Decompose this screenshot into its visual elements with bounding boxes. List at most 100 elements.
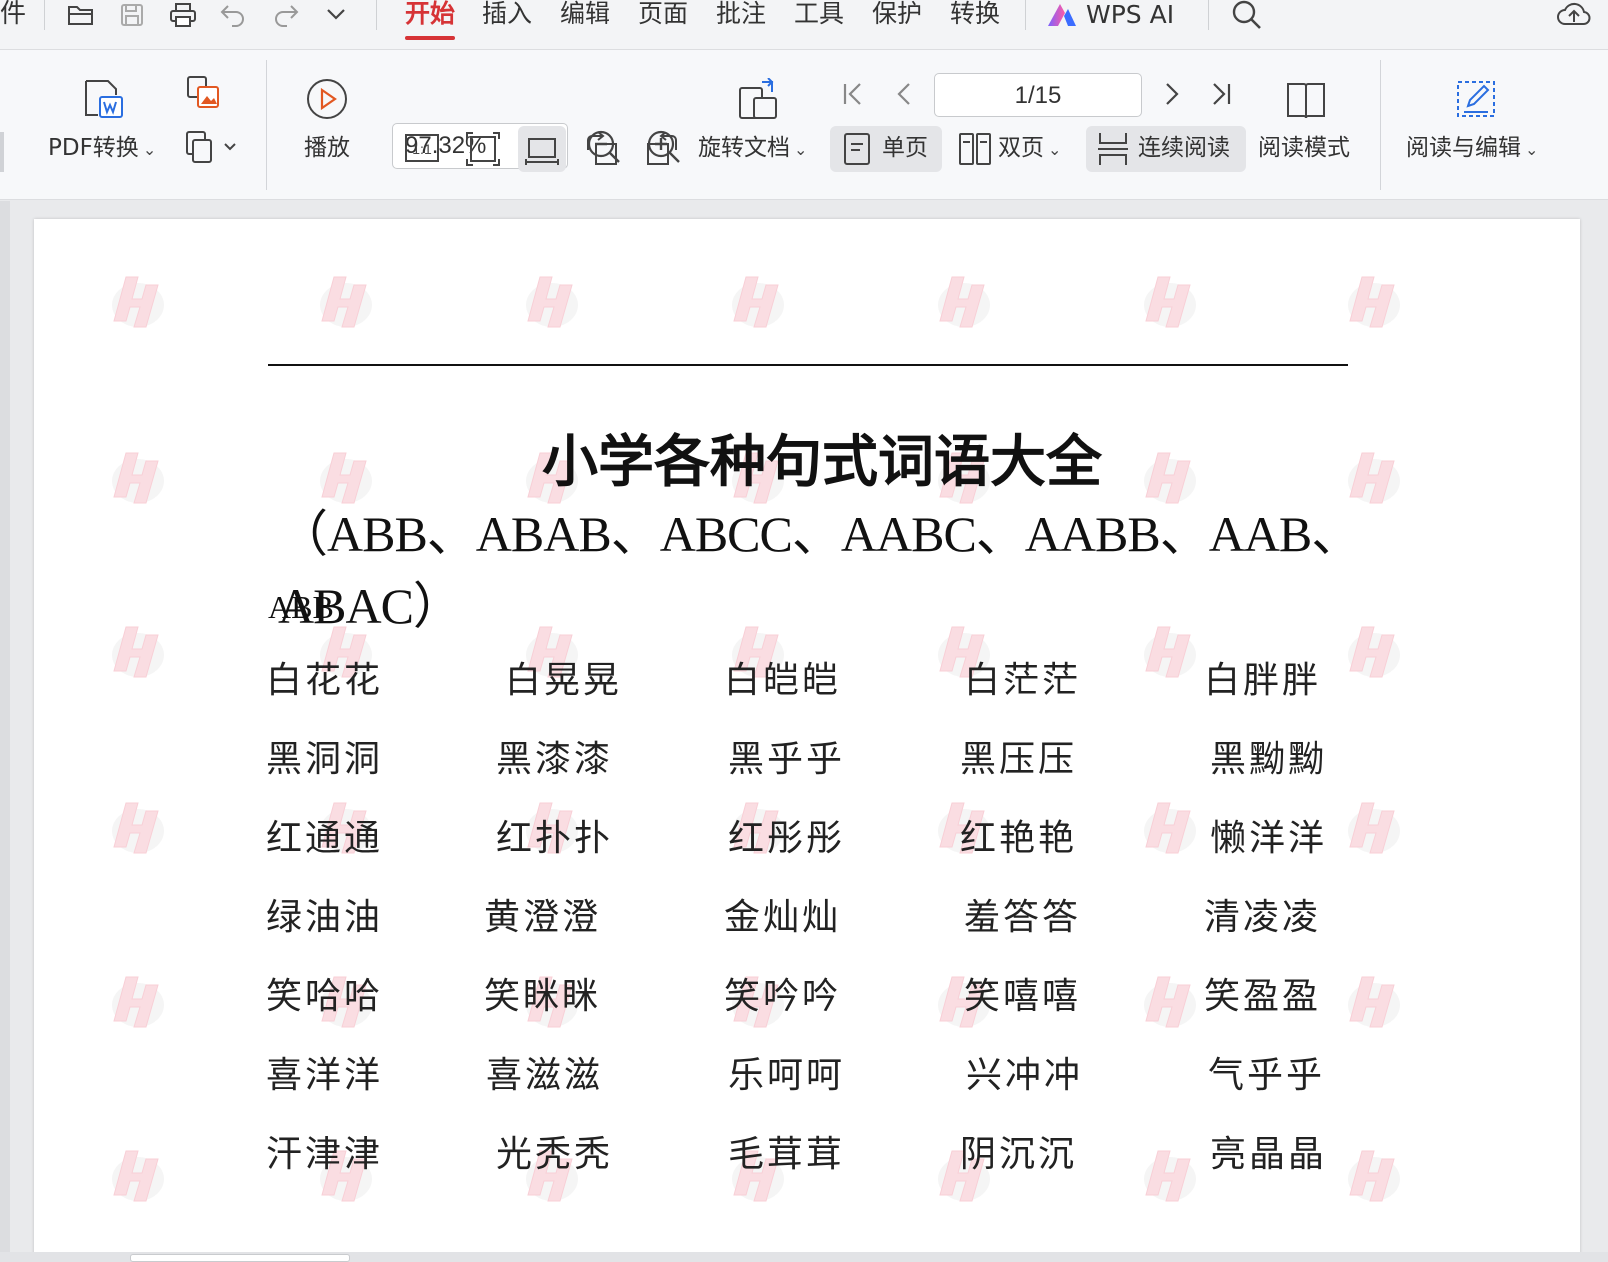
word-item: 红彤彤 [728,818,846,859]
single-page-label: 单页 [882,135,928,161]
header-rule [268,364,1348,366]
word-row: 红通通 红扑扑 红彤彤 红艳艳 懒洋洋 [34,809,1580,859]
fit-width-button[interactable] [518,126,566,172]
tab-protect[interactable]: 保护 [872,0,922,32]
divider [1025,0,1026,30]
word-item: 气乎乎 [1208,1055,1326,1096]
open-folder-icon[interactable] [66,2,96,28]
word-item: 白茫茫 [964,660,1082,701]
rotate-document-icon[interactable] [736,78,782,122]
word-item: 毛茸茸 [728,1134,846,1175]
next-page-icon[interactable] [1160,80,1182,108]
watermark-logo-icon [104,269,166,335]
play-icon[interactable] [306,78,348,120]
double-page-label: 双页 [998,135,1044,161]
save-icon[interactable] [117,2,147,28]
menu-bar: 件 开始 插入 编辑 页面 批注 工具 保护 转换 WPS AI [0,0,1608,50]
watermark-logo-icon [518,269,580,335]
word-item: 白晃晃 [505,660,623,701]
word-item: 黑压压 [960,739,1078,780]
tab-page[interactable]: 页面 [638,0,688,32]
pdf-to-image-icon[interactable] [186,75,222,111]
word-item: 乐呵呵 [728,1055,846,1096]
reading-mode-button[interactable]: 阅读模式 [1258,134,1350,162]
tab-insert[interactable]: 插入 [482,0,532,32]
word-item: 白胖胖 [1204,660,1322,701]
wps-ai-button[interactable]: WPS AI [1046,0,1174,30]
word-row: 汗津津 光秃秃 毛茸茸 阴沉沉 亮晶晶 [34,1125,1580,1175]
word-item: 黑洞洞 [266,739,384,780]
word-item: 喜洋洋 [266,1055,384,1096]
print-icon[interactable] [168,2,198,28]
double-page-icon[interactable] [958,132,992,166]
tab-edit[interactable]: 编辑 [560,0,610,32]
section-heading: ABB [268,589,334,625]
continuous-reading-button[interactable]: 连续阅读 [1086,126,1246,172]
word-item: 黑黝黝 [1210,739,1328,780]
single-page-button[interactable]: 单页 [830,126,942,172]
pdf-convert-label: PDF转换 [48,135,139,161]
single-page-icon [844,133,870,165]
document-viewport[interactable]: 小学各种句式词语大全 （ABB、ABAB、ABCC、AABC、AABB、AAB、… [0,201,1608,1262]
word-row: 笑哈哈 笑眯眯 笑吟吟 笑嘻嘻 笑盈盈 [34,967,1580,1017]
word-item: 笑吟吟 [724,976,842,1017]
svg-text:1:1: 1:1 [412,141,432,157]
divider [1208,0,1209,30]
wps-ai-label: WPS AI [1086,0,1175,29]
word-item: 兴冲冲 [966,1055,1084,1096]
word-item: 红艳艳 [960,818,1078,859]
previous-page-icon[interactable] [894,80,916,108]
word-item: 笑眯眯 [484,976,602,1017]
read-edit-icon[interactable] [1452,76,1500,122]
word-item: 黄澄澄 [484,897,602,938]
double-page-button[interactable]: 双页 ⌄ [998,134,1061,164]
word-item: 光秃秃 [496,1134,614,1175]
rotate-document-button[interactable]: 旋转文档 ⌄ [698,134,807,164]
read-edit-button[interactable]: 阅读与编辑 ⌄ [1406,134,1538,164]
watermark-logo-icon [930,269,992,335]
tab-convert[interactable]: 转换 [950,0,1000,32]
word-row: 绿油油 黄澄澄 金灿灿 羞答答 清凌凌 [34,888,1580,938]
pdf-copy-icon[interactable] [183,130,239,166]
rotate-right-icon[interactable] [644,132,680,168]
document-subtitle: （ABB、ABAB、ABCC、AABC、AABB、AAB、ABAC） [278,506,1361,634]
tab-comment[interactable]: 批注 [716,0,766,32]
divider [1380,60,1381,190]
last-page-icon[interactable] [1208,80,1234,108]
horizontal-scrollbar[interactable] [0,1252,1608,1262]
word-item: 白花花 [266,660,384,701]
fit-page-icon[interactable] [465,131,501,167]
word-item: 黑漆漆 [496,739,614,780]
cloud-upload-icon[interactable] [1556,0,1592,30]
scrollbar-thumb[interactable] [130,1254,350,1262]
word-row: 黑洞洞 黑漆漆 黑乎乎 黑压压 黑黝黝 [34,730,1580,780]
chevron-down-icon: ⌄ [1048,140,1062,159]
pdf-to-word-icon[interactable] [82,77,126,121]
document-title: 小学各种句式词语大全 [542,429,1102,495]
continuous-reading-icon [1098,133,1128,165]
divider [44,0,45,30]
pdf-convert-button[interactable]: PDF转换 ⌄ [48,134,156,164]
first-page-icon[interactable] [840,80,866,108]
search-icon[interactable] [1230,0,1264,32]
word-item: 红扑扑 [496,818,614,859]
file-menu-partial[interactable]: 件 [0,0,26,28]
rotate-left-icon[interactable] [584,132,620,168]
watermark-logo-icon [312,269,374,335]
word-item: 绿油油 [266,897,384,938]
play-button[interactable]: 播放 [304,134,350,162]
watermark-logo-icon [1340,269,1402,335]
tab-home[interactable]: 开始 [405,0,456,40]
fit-width-icon [525,138,559,165]
ribbon-toolbar: PDF转换⌄ 播放 1:1 旋转文档⌄ [0,50,1608,200]
watermark-logo-icon [1136,269,1198,335]
actual-size-icon[interactable]: 1:1 [404,131,440,165]
page-number-box[interactable] [934,73,1142,117]
more-chevron-icon[interactable] [321,2,351,28]
undo-icon[interactable] [219,2,249,28]
reading-mode-icon[interactable] [1284,78,1328,122]
tab-tools[interactable]: 工具 [794,0,844,32]
redo-icon[interactable] [270,2,300,28]
page-number-input[interactable] [935,82,1141,110]
chevron-down-icon: ⌄ [1525,140,1539,159]
